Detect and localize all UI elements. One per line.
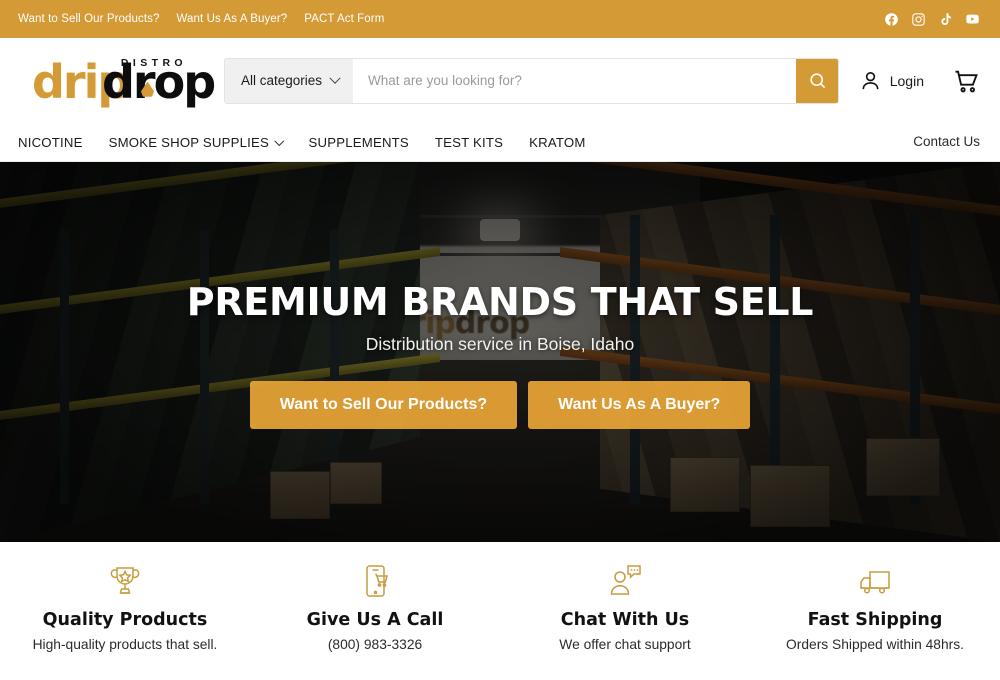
feature-title: Fast Shipping [807,610,943,630]
feature-title: Chat With Us [560,610,690,630]
topbar-link-sell[interactable]: Want to Sell Our Products? [18,13,160,25]
phone-cart-icon [355,558,395,604]
facebook-icon[interactable] [884,12,899,27]
nav-label-nicotine: NICOTINE [18,134,83,150]
feature-text: High-quality products that sell. [32,637,218,652]
search-button[interactable] [796,58,838,103]
nav-label-test-kits: TEST KITS [434,134,504,150]
social-links [884,12,980,27]
search-bar: All categories [224,57,839,104]
search-category-select[interactable]: All categories [225,58,354,103]
cart-button[interactable] [952,67,980,95]
nav-item-supplements[interactable]: SUPPLEMENTS [309,135,409,150]
cart-icon [955,70,978,92]
youtube-icon[interactable] [965,12,980,27]
chat-person-icon [605,558,645,604]
feature-text: Orders Shipped within 48hrs. [786,637,964,652]
nav-label-kratom: KRATOM [529,134,586,150]
chevron-down-icon [274,135,284,146]
tiktok-icon[interactable] [938,12,953,27]
site-logo[interactable]: DISTRO drip drop [18,52,216,110]
main-navigation: NICOTINE SMOKE SHOP SUPPLIES SUPPLEMENTS… [0,123,1000,162]
search-input[interactable] [353,58,796,103]
hero-content: PREMIUM BRANDS THAT SELL Distribution se… [0,162,1000,542]
nav-item-kratom[interactable]: KRATOM [529,135,585,150]
instagram-icon[interactable] [911,12,926,27]
topbar-link-pact-act[interactable]: PACT Act Form [304,13,384,25]
feature-chat-with-us: Chat With Us We offer chat support [500,558,750,652]
logo-drop-text: drop [102,54,216,109]
announcement-links: Want to Sell Our Products? Want Us As A … [18,13,384,25]
topbar-link-buyer[interactable]: Want Us As A Buyer? [177,13,288,25]
feature-text: (800) 983-3326 [327,637,423,652]
feature-title: Quality Products [42,610,208,630]
nav-item-test-kits[interactable]: TEST KITS [435,135,503,150]
feature-row: Quality Products High-quality products t… [0,542,1000,680]
search-icon [809,73,825,89]
hero-title: PREMIUM BRANDS THAT SELL [186,280,814,324]
site-header: DISTRO drip drop All categories Login [0,38,1000,123]
header-actions: Login [859,67,980,95]
feature-title: Give Us A Call [306,610,444,630]
feature-fast-shipping: Fast Shipping Orders Shipped within 48hr… [750,558,1000,652]
nav-items: NICOTINE SMOKE SHOP SUPPLIES SUPPLEMENTS… [18,135,586,150]
nav-item-smoke-shop-supplies[interactable]: SMOKE SHOP SUPPLIES [108,134,284,150]
nav-item-contact-us[interactable]: Contact Us [913,134,980,149]
hero-subtitle: Distribution service in Boise, Idaho [365,334,635,354]
feature-quality-products: Quality Products High-quality products t… [0,558,250,652]
feature-text: We offer chat support [559,637,691,652]
nav-right: Contact Us [913,133,980,151]
user-icon [862,72,879,90]
search-category-label: All categories [241,73,323,88]
hero-banner: dripdrop PREMIUM BRANDS THAT SELL Distri… [0,162,1000,542]
login-label: Login [889,72,924,89]
hero-as-buyer-button[interactable]: Want Us As A Buyer? [528,381,751,429]
chevron-down-icon [329,72,341,84]
hero-buttons: Want to Sell Our Products? Want Us As A … [249,381,751,429]
feature-give-us-a-call: Give Us A Call (800) 983-3326 [250,558,500,652]
trophy-icon [105,558,145,604]
nav-item-nicotine[interactable]: NICOTINE [18,135,83,150]
nav-label-smoke-shop-supplies: SMOKE SHOP SUPPLIES [108,134,270,150]
hero-sell-products-button[interactable]: Want to Sell Our Products? [249,381,518,429]
login-button[interactable]: Login [859,69,924,92]
announcement-bar: Want to Sell Our Products? Want Us As A … [0,0,1000,38]
nav-label-supplements: SUPPLEMENTS [308,134,409,150]
delivery-truck-icon [855,558,895,604]
